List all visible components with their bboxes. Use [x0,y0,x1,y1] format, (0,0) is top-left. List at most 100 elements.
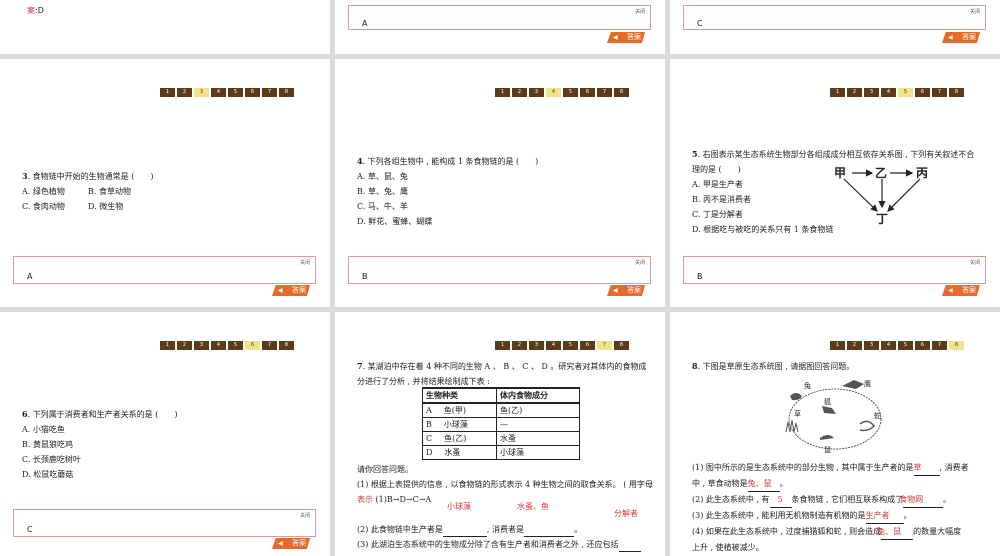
nav-item-1[interactable]: 1 [830,341,845,350]
nav-item-1[interactable]: 1 [160,341,175,350]
nav-item-5[interactable]: 5 [228,88,243,97]
nav-item-5[interactable]: 5 [563,341,578,350]
nav-item-4[interactable]: 4 [546,341,561,350]
nav-item-1[interactable]: 1 [160,88,175,97]
question-stem: . 下列属于消费者和生产者关系的是 ( ) [27,410,178,419]
node-ding: 丁 [876,212,888,225]
option-b: B. 食草动物 [88,187,131,196]
nav-item-6[interactable]: 6 [580,88,595,97]
nav-item-3[interactable]: 3 [194,88,209,97]
nav-item-8[interactable]: 8 [614,88,629,97]
nav-item-7[interactable]: 7 [597,341,612,350]
answer-value: C [27,525,33,534]
arrow-icon: ◀ [278,287,283,294]
nav-item-2[interactable]: 2 [512,341,527,350]
answer-button[interactable]: ◀ 答案 [942,285,980,296]
nav-item-2[interactable]: 2 [177,88,192,97]
question-nav: 1 2 3 4 5 6 7 8 [495,341,629,350]
question-subparts: 请你回答问题。 (1) 根据上表提供的信息 , 以食物链的形式表示 4 种生物之… [357,462,662,552]
nav-item-7[interactable]: 7 [932,88,947,97]
table-row: C 鱼(乙) 水蚤 [422,431,580,446]
nav-item-4[interactable]: 4 [211,341,226,350]
node-jia: 甲 [834,166,846,180]
arrow-icon: ◀ [948,34,953,41]
close-button[interactable]: 关闭 [970,259,980,266]
nav-item-1[interactable]: 1 [495,341,510,350]
close-button[interactable]: 关闭 [300,259,310,266]
nav-item-8[interactable]: 8 [279,341,294,350]
nav-item-7[interactable]: 7 [597,88,612,97]
slide-question-7: 1 2 3 4 5 6 7 8 7. 某湖泊中存在着 4 种不同的生物 A 、 … [335,312,665,556]
nav-item-6[interactable]: 6 [580,341,595,350]
question-nav: 1 2 3 4 5 6 7 8 [160,341,294,350]
answer-value: C [697,19,703,28]
option-a: A. 绿色植物 [22,187,65,196]
nav-item-3[interactable]: 3 [529,341,544,350]
nav-item-6[interactable]: 6 [915,88,930,97]
nav-item-5[interactable]: 5 [563,88,578,97]
subquestion-1: (1) 图中所示的是生态系统中的部分生物 , 其中属于生产者的是 [692,463,914,472]
nav-item-7[interactable]: 7 [262,341,277,350]
close-button[interactable]: 关闭 [970,8,980,15]
subquestion-1-answer: (1)B→D→C→A [375,495,432,504]
nav-item-4[interactable]: 4 [546,88,561,97]
option-b: B. 黄鼠狼吃鸡 [22,440,73,449]
nav-item-4[interactable]: 4 [881,88,896,97]
arrow-icon: ◀ [613,287,618,294]
question-nav: 1 2 3 4 5 6 7 8 [830,341,964,350]
nav-item-8[interactable]: 8 [949,341,964,350]
answer-button[interactable]: ◀ 答案 [607,285,645,296]
nav-item-1[interactable]: 1 [495,88,510,97]
nav-item-1[interactable]: 1 [830,88,845,97]
answer-value: B [362,272,368,281]
nav-item-5[interactable]: 5 [898,341,913,350]
nav-item-3[interactable]: 3 [864,88,879,97]
question-subparts: (1) 图中所示的是生态系统中的部分生物 , 其中属于生产者的是草, 消费者 中… [692,460,997,556]
nav-item-2[interactable]: 2 [512,88,527,97]
nav-item-5[interactable]: 5 [898,88,913,97]
label-grass: 草 [794,409,801,418]
answer-button[interactable]: ◀ 答案 [942,32,980,43]
question-stem: . 下列各组生物中 , 能构成 1 条食物链的是 ( ) [362,157,539,166]
nav-item-4[interactable]: 4 [881,341,896,350]
nav-item-3[interactable]: 3 [864,341,879,350]
nav-item-6[interactable]: 6 [245,88,260,97]
close-button[interactable]: 关闭 [635,259,645,266]
nav-item-2[interactable]: 2 [177,341,192,350]
close-button[interactable]: 关闭 [635,8,645,15]
answer-box: 关闭 C [683,5,986,30]
nav-item-2[interactable]: 2 [847,341,862,350]
answer-value: A [27,272,33,281]
label-snake: 蛇 [874,411,881,420]
slide-top-middle: 关闭 A ◀ 答案 [335,0,665,54]
answer-value: B [697,272,703,281]
answer-button-label: 答案 [962,286,976,294]
answer-button[interactable]: ◀ 答案 [607,32,645,43]
nav-item-7[interactable]: 7 [932,341,947,350]
nav-item-5[interactable]: 5 [228,341,243,350]
nav-item-3[interactable]: 3 [529,88,544,97]
subquestion-3: (3) 此生态系统中 , 能利用无机物制造有机物的是 [692,511,866,520]
nav-item-8[interactable]: 8 [949,88,964,97]
nav-item-8[interactable]: 8 [279,88,294,97]
nav-item-6[interactable]: 6 [915,341,930,350]
close-button[interactable]: 关闭 [300,512,310,519]
answer-text: 案:D [27,3,44,18]
answer-herbivores: 兔、鼠 [747,479,772,488]
node-yi: 乙 [875,166,887,180]
option-a: A. 小猫吃鱼 [22,425,65,434]
arrow-icon: ◀ [278,540,283,547]
nav-item-6[interactable]: 6 [245,341,260,350]
nav-item-3[interactable]: 3 [194,341,209,350]
nav-item-8[interactable]: 8 [614,341,629,350]
answer-button[interactable]: ◀ 答案 [272,285,310,296]
slide-question-5: 1 2 3 4 5 6 7 8 5 . 右图表示某生态系统生物部分各组成成分相互依… [670,59,1000,307]
answer-producer: 草 [913,463,922,472]
question-stem: . 下图是草原生态系统图 , 请据图回答问题。 [697,362,855,371]
dependency-diagram: 甲 乙 丙 丁 [834,166,928,225]
nav-item-4[interactable]: 4 [211,88,226,97]
answer-button[interactable]: ◀ 答案 [272,538,310,549]
nav-item-2[interactable]: 2 [847,88,862,97]
answer-box: 关闭 B [348,256,651,284]
nav-item-7[interactable]: 7 [262,88,277,97]
